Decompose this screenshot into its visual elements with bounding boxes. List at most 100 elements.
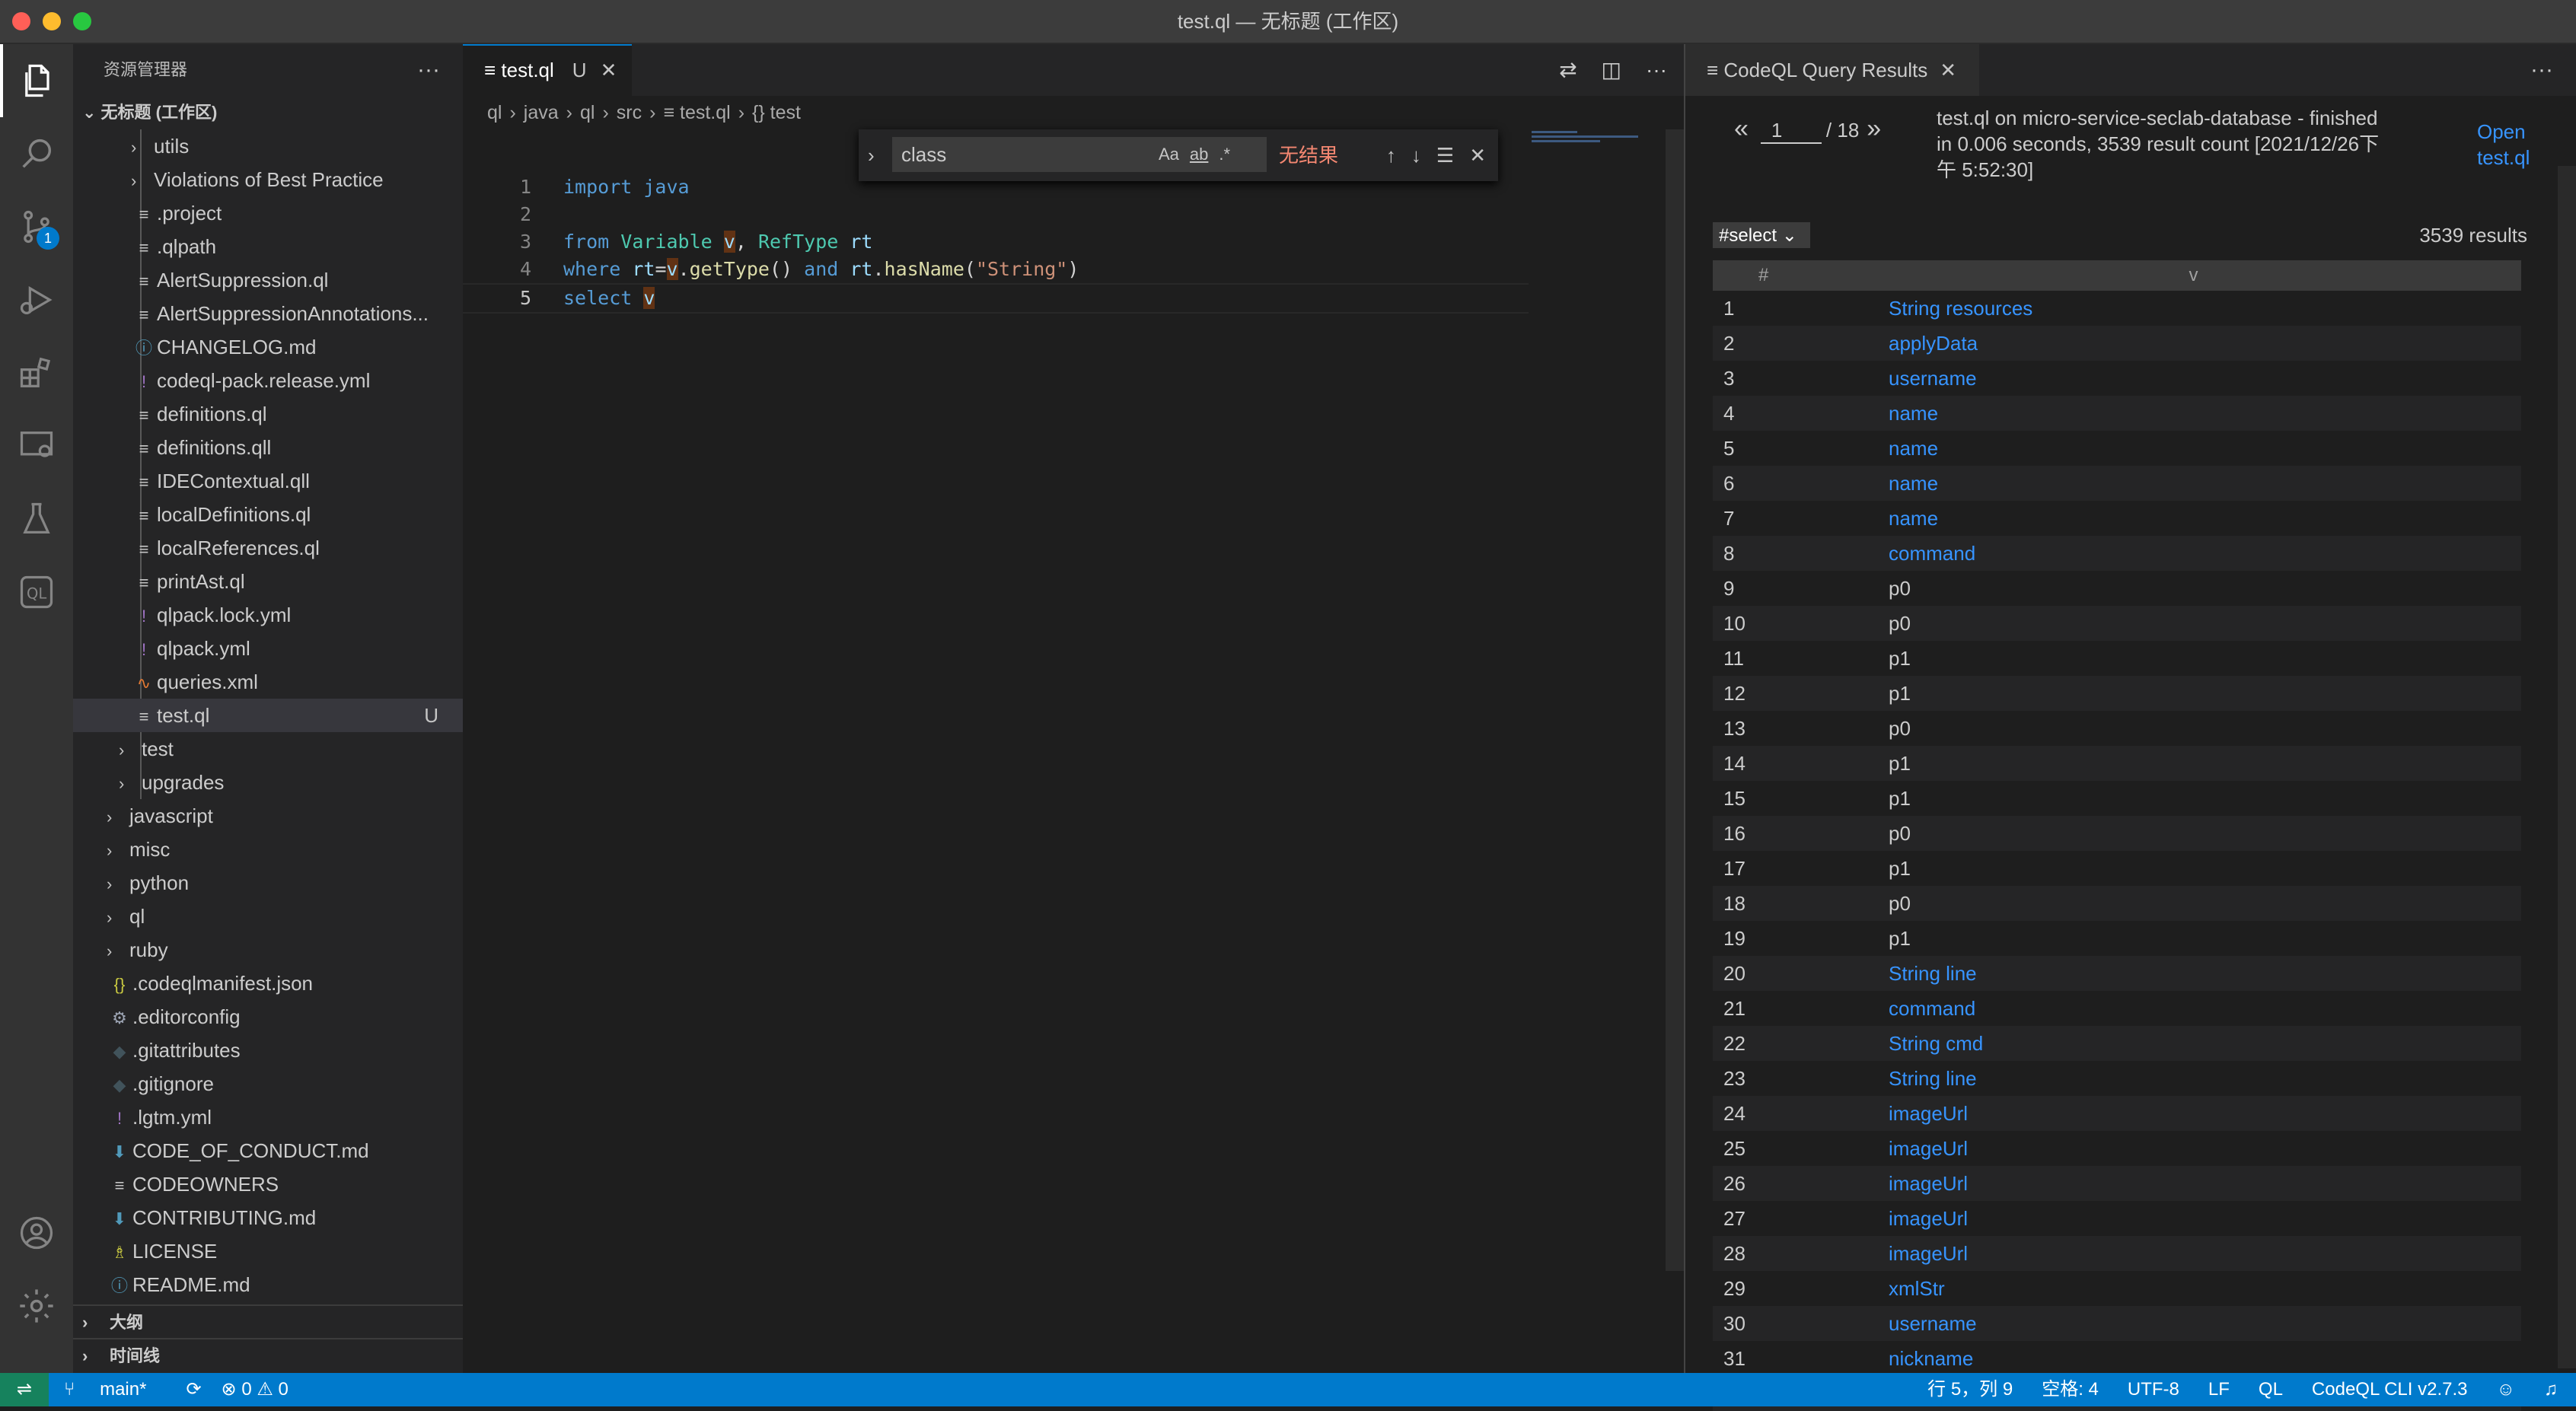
remote-explorer-icon[interactable] xyxy=(0,409,73,483)
tree-file[interactable]: ◆ .gitignore xyxy=(73,1067,463,1100)
result-link[interactable]: imageUrl xyxy=(1866,1131,2521,1166)
tree-file[interactable]: ≡ .project xyxy=(73,196,463,230)
column-header-v[interactable]: v xyxy=(1866,260,2521,291)
tree-file[interactable]: ! codeql-pack.release.yml xyxy=(73,364,463,397)
code-editor[interactable]: 1 import java 2 3 from Variable v, RefType… xyxy=(463,174,1529,314)
breadcrumb-item[interactable]: ql xyxy=(487,102,502,123)
result-link[interactable]: command xyxy=(1866,991,2521,1026)
tree-file[interactable]: ⓘ CHANGELOG.md xyxy=(73,330,463,364)
result-link[interactable]: String line xyxy=(1866,956,2521,991)
tree-file[interactable]: ⓘ README.md xyxy=(73,1268,463,1301)
result-link[interactable]: String resources xyxy=(1866,291,2521,326)
account-icon[interactable] xyxy=(0,1196,73,1269)
breadcrumb-item[interactable]: {} test xyxy=(752,102,801,123)
manage-gear-icon[interactable] xyxy=(0,1269,73,1343)
search-icon[interactable] xyxy=(0,117,73,190)
branch-indicator[interactable]: ⑂ main* xyxy=(64,1379,166,1400)
tree-file[interactable]: ≡ definitions.qll xyxy=(73,431,463,464)
tree-file[interactable]: {} .codeqlmanifest.json xyxy=(73,967,463,1000)
close-icon[interactable]: ✕ xyxy=(601,59,617,81)
match-case-icon[interactable]: Aa xyxy=(1159,145,1179,164)
page-input[interactable]: 1 xyxy=(1760,119,1822,144)
next-page-icon[interactable]: » xyxy=(1867,114,1881,143)
extensions-icon[interactable] xyxy=(0,336,73,409)
tree-folder[interactable]: › python xyxy=(73,866,463,900)
split-editor-icon[interactable]: ◫ xyxy=(1602,58,1621,81)
more-actions-icon[interactable]: ··· xyxy=(417,44,440,96)
tree-file[interactable]: ◆ .gitattributes xyxy=(73,1034,463,1067)
tree-file[interactable]: ≡ CODEOWNERS xyxy=(73,1167,463,1201)
tree-folder[interactable]: › misc xyxy=(73,833,463,866)
tree-file[interactable]: ⬇ CODE_OF_CONDUCT.md xyxy=(73,1134,463,1167)
tree-file[interactable]: ≡ AlertSuppressionAnnotations... xyxy=(73,297,463,330)
result-link[interactable]: name xyxy=(1866,396,2521,431)
result-link[interactable]: name xyxy=(1866,466,2521,501)
tree-folder[interactable]: › upgrades xyxy=(73,766,463,799)
next-match-icon[interactable]: ↓ xyxy=(1411,144,1421,167)
close-icon[interactable]: ✕ xyxy=(1940,59,1956,81)
tree-file[interactable]: ⬇ CONTRIBUTING.md xyxy=(73,1201,463,1234)
previous-match-icon[interactable]: ↑ xyxy=(1386,144,1396,167)
tree-file[interactable]: ♗ LICENSE xyxy=(73,1234,463,1268)
result-link[interactable]: imageUrl xyxy=(1866,1201,2521,1236)
result-link[interactable]: imageUrl xyxy=(1866,1236,2521,1271)
tree-file[interactable]: ! qlpack.lock.yml xyxy=(73,598,463,632)
tree-folder[interactable]: › utils xyxy=(73,129,463,163)
tree-file[interactable]: ⚙ .editorconfig xyxy=(73,1000,463,1034)
minimap[interactable] xyxy=(1532,129,1669,145)
codeql-icon[interactable]: QL xyxy=(0,556,73,629)
result-link[interactable]: applyData xyxy=(1866,326,2521,361)
tree-file[interactable]: ! .lgtm.yml xyxy=(73,1100,463,1134)
outline-section[interactable]: › 大纲 xyxy=(73,1304,463,1339)
tree-file[interactable]: ≡ localDefinitions.ql xyxy=(73,498,463,531)
more-actions-icon[interactable]: ··· xyxy=(2530,44,2553,96)
result-link[interactable]: xmlStr xyxy=(1866,1271,2521,1306)
breadcrumb-item[interactable]: java xyxy=(524,102,559,123)
editor-scrollbar[interactable] xyxy=(1666,129,1684,1271)
tree-folder[interactable]: › test xyxy=(73,732,463,766)
result-link[interactable]: username xyxy=(1866,1306,2521,1341)
tree-folder[interactable]: › javascript xyxy=(73,799,463,833)
testing-icon[interactable] xyxy=(0,483,73,556)
encoding[interactable]: UTF-8 xyxy=(2128,1379,2179,1400)
open-query-link[interactable]: Open test.ql xyxy=(2477,119,2546,170)
result-set-select[interactable]: #select ⌄ xyxy=(1713,222,1810,248)
breadcrumb-item[interactable]: src xyxy=(617,102,642,123)
problems-indicator[interactable]: ⊗ 0 ⚠ 0 xyxy=(222,1379,289,1400)
tab-test-ql[interactable]: ≡ test.ql U ✕ xyxy=(463,44,632,96)
feedback-icon[interactable]: ☺ xyxy=(2496,1379,2515,1400)
result-link[interactable]: String line xyxy=(1866,1061,2521,1096)
close-find-icon[interactable]: ✕ xyxy=(1469,144,1486,167)
breadcrumb-item[interactable]: test.ql xyxy=(680,102,731,123)
tree-file[interactable]: ≡ IDEContextual.qll xyxy=(73,464,463,498)
language-mode[interactable]: QL xyxy=(2259,1379,2283,1400)
result-link[interactable]: username xyxy=(1866,361,2521,396)
result-link[interactable]: name xyxy=(1866,501,2521,536)
tree-folder[interactable]: › ruby xyxy=(73,933,463,967)
cursor-position[interactable]: 行 5，列 9 xyxy=(1927,1379,2013,1400)
compare-icon[interactable]: ⇄ xyxy=(1559,58,1577,81)
sync-icon[interactable]: ⟳ xyxy=(186,1379,201,1400)
tree-file[interactable]: ≡ AlertSuppression.ql xyxy=(73,263,463,297)
result-link[interactable]: name xyxy=(1866,431,2521,466)
use-regex-icon[interactable]: .* xyxy=(1219,145,1230,164)
toggle-replace-chevron-icon[interactable]: › xyxy=(868,129,875,181)
column-header-number[interactable]: # xyxy=(1713,260,1866,291)
breadcrumb-item[interactable]: ql xyxy=(580,102,595,123)
result-link[interactable]: imageUrl xyxy=(1866,1096,2521,1131)
workspace-root[interactable]: ⌄ 无标题 (工作区) xyxy=(73,96,463,129)
end-of-line[interactable]: LF xyxy=(2208,1379,2230,1400)
result-link[interactable]: imageUrl xyxy=(1866,1166,2521,1201)
source-control-icon[interactable]: 1 xyxy=(0,190,73,263)
remote-indicator-icon[interactable]: ⇌ xyxy=(0,1373,49,1406)
tree-file[interactable]: ≡ test.ql U xyxy=(73,699,463,732)
tree-file[interactable]: ! qlpack.yml xyxy=(73,632,463,665)
more-actions-icon[interactable]: ··· xyxy=(1646,58,1667,81)
results-scrollbar[interactable] xyxy=(2558,166,2576,1368)
tree-file[interactable]: ≡ printAst.ql xyxy=(73,565,463,598)
result-link[interactable]: String cmd xyxy=(1866,1026,2521,1061)
timeline-section[interactable]: › 时间线 xyxy=(73,1338,463,1373)
tree-file[interactable]: ≡ definitions.ql xyxy=(73,397,463,431)
result-link[interactable]: nickname xyxy=(1866,1341,2521,1376)
result-link[interactable]: command xyxy=(1866,536,2521,571)
